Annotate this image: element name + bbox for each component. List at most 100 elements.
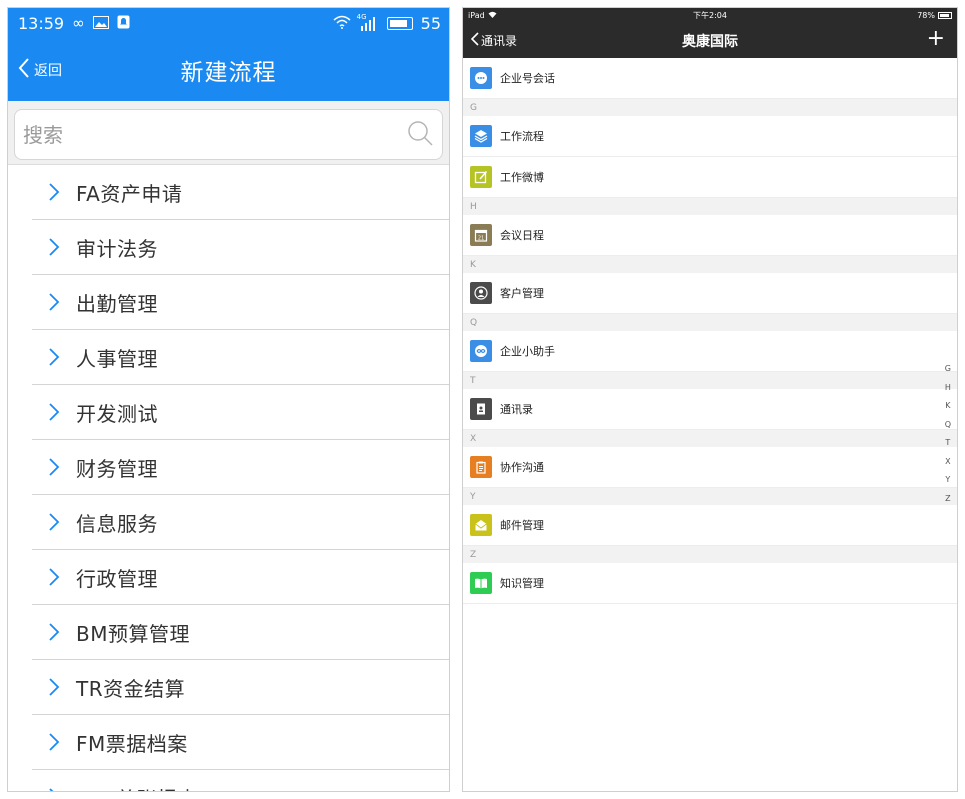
chevron-left-icon bbox=[470, 32, 479, 49]
list-item-label: 开发测试 bbox=[76, 401, 158, 426]
contact-item-label: 客户管理 bbox=[500, 287, 544, 300]
chevron-right-icon bbox=[32, 237, 76, 257]
list-item[interactable]: RTR总账报表 bbox=[32, 770, 449, 792]
search-icon[interactable] bbox=[406, 119, 434, 151]
status-time: 13:59 bbox=[18, 14, 65, 33]
contact-item-label: 会议日程 bbox=[500, 229, 544, 242]
contact-item[interactable]: 客户管理 bbox=[463, 273, 957, 314]
list-item[interactable]: 出勤管理 bbox=[32, 275, 449, 330]
mail-icon bbox=[470, 514, 492, 536]
contact-item[interactable]: 工作微博 bbox=[463, 157, 957, 198]
nav-bar: 通讯录 奥康国际 + bbox=[463, 23, 957, 58]
index-letter[interactable]: X bbox=[945, 453, 950, 472]
wifi-icon bbox=[333, 14, 351, 33]
contact-item[interactable]: 邮件管理 bbox=[463, 505, 957, 546]
contact-item-label: 企业小助手 bbox=[500, 345, 555, 358]
back-label: 返回 bbox=[34, 63, 62, 79]
infinity-icon: ∞ bbox=[72, 14, 85, 32]
calendar-icon: 21 bbox=[470, 224, 492, 246]
list-item[interactable]: 信息服务 bbox=[32, 495, 449, 550]
section-header: T bbox=[463, 372, 957, 389]
contact-item-label: 工作流程 bbox=[500, 130, 544, 143]
back-button[interactable]: 返回 bbox=[18, 39, 62, 101]
section-header: K bbox=[463, 256, 957, 273]
process-list: FA资产申请审计法务出勤管理人事管理开发测试财务管理信息服务行政管理 BM预算管理… bbox=[8, 165, 449, 792]
contact-item-label: 通讯录 bbox=[500, 403, 533, 416]
battery-icon bbox=[938, 12, 952, 19]
section-header: Z bbox=[463, 546, 957, 563]
list-item-label: FM票据档案 bbox=[76, 731, 188, 756]
contact-item[interactable]: 企业小助手 bbox=[463, 331, 957, 372]
list-item[interactable]: 开发测试 bbox=[32, 385, 449, 440]
search-box[interactable] bbox=[14, 109, 443, 160]
search-bar bbox=[8, 101, 449, 165]
add-button[interactable]: + bbox=[927, 27, 945, 51]
right-tablet-screen: iPad 下午2:04 78% 通讯录 奥康国际 + 企业号会话 G 工作流程工作微… bbox=[462, 7, 958, 792]
list-item[interactable]: FM票据档案 bbox=[32, 715, 449, 770]
status-bar: 13:59 ∞ 4G 55 bbox=[8, 8, 449, 39]
section-header: Y bbox=[463, 488, 957, 505]
index-letter[interactable]: T bbox=[945, 434, 950, 453]
back-button[interactable]: 通讯录 bbox=[470, 23, 518, 58]
list-item[interactable]: 人事管理 bbox=[32, 330, 449, 385]
signal-icon: 4G bbox=[357, 13, 379, 31]
contact-item[interactable]: 工作流程 bbox=[463, 116, 957, 157]
chevron-right-icon bbox=[32, 292, 76, 312]
list-item-label: 人事管理 bbox=[76, 346, 158, 371]
index-letter[interactable]: Y bbox=[945, 471, 950, 490]
chevron-right-icon bbox=[32, 622, 76, 642]
section-header: Q bbox=[463, 314, 957, 331]
chevron-right-icon bbox=[32, 512, 76, 532]
index-letter[interactable]: G bbox=[945, 360, 951, 379]
list-item-label: RTR总账报表 bbox=[76, 783, 198, 792]
contact-item-label: 协作沟通 bbox=[500, 461, 544, 474]
section-header: X bbox=[463, 430, 957, 447]
list-item-label: TR资金结算 bbox=[76, 676, 186, 701]
chevron-right-icon bbox=[32, 567, 76, 587]
contact-item-label: 知识管理 bbox=[500, 577, 544, 590]
section-header: G bbox=[463, 99, 957, 116]
index-letter[interactable]: Z bbox=[945, 490, 950, 509]
edit-icon bbox=[470, 166, 492, 188]
back-label: 通讯录 bbox=[481, 34, 518, 48]
index-letter[interactable]: Q bbox=[945, 416, 951, 435]
contact-item[interactable]: 企业号会话 bbox=[463, 58, 957, 99]
contact-item[interactable]: 通讯录 bbox=[463, 389, 957, 430]
page-title: 新建流程 bbox=[180, 60, 277, 86]
list-item[interactable]: BM预算管理 bbox=[32, 605, 449, 660]
contact-item[interactable]: 协作沟通 bbox=[463, 447, 957, 488]
list-item[interactable]: FA资产申请 bbox=[32, 165, 449, 220]
list-item[interactable]: 财务管理 bbox=[32, 440, 449, 495]
left-phone-screen: 13:59 ∞ 4G 55 返回 新建流程 搜索 FA资产申请 审计法务 出勤管… bbox=[7, 7, 450, 792]
status-time: 下午2:04 bbox=[693, 11, 727, 20]
contact-item-label: 工作微博 bbox=[500, 171, 544, 184]
contacts-icon bbox=[470, 398, 492, 420]
notification-icon bbox=[117, 14, 130, 33]
contact-item[interactable]: 知识管理 bbox=[463, 563, 957, 604]
list-item-label: 信息服务 bbox=[76, 511, 158, 536]
network-type: 4G bbox=[356, 12, 367, 21]
chevron-right-icon bbox=[32, 457, 76, 477]
section-header: H bbox=[463, 198, 957, 215]
search-input[interactable] bbox=[23, 122, 406, 147]
chevron-right-icon bbox=[32, 347, 76, 367]
list-item-label: FA资产申请 bbox=[76, 181, 183, 206]
list-item-label: 行政管理 bbox=[76, 566, 158, 591]
list-item[interactable]: TR资金结算 bbox=[32, 660, 449, 715]
alphabet-index[interactable]: GHKQTXYZ bbox=[945, 360, 951, 508]
clipboard-icon bbox=[470, 456, 492, 478]
chevron-right-icon bbox=[32, 182, 76, 202]
index-letter[interactable]: H bbox=[945, 379, 951, 398]
svg-text:21: 21 bbox=[478, 236, 484, 242]
contact-item[interactable]: 21 会议日程 bbox=[463, 215, 957, 256]
battery-level: 55 bbox=[420, 14, 441, 33]
status-bar: iPad 下午2:04 78% bbox=[463, 8, 957, 23]
index-letter[interactable]: K bbox=[945, 397, 950, 416]
list-item-label: 出勤管理 bbox=[76, 291, 158, 316]
list-item[interactable]: 行政管理 bbox=[32, 550, 449, 605]
chevron-right-icon bbox=[32, 787, 76, 791]
list-item[interactable]: 审计法务 bbox=[32, 220, 449, 275]
chevron-right-icon bbox=[32, 677, 76, 697]
book-icon bbox=[470, 572, 492, 594]
contact-item-label: 企业号会话 bbox=[500, 72, 555, 85]
